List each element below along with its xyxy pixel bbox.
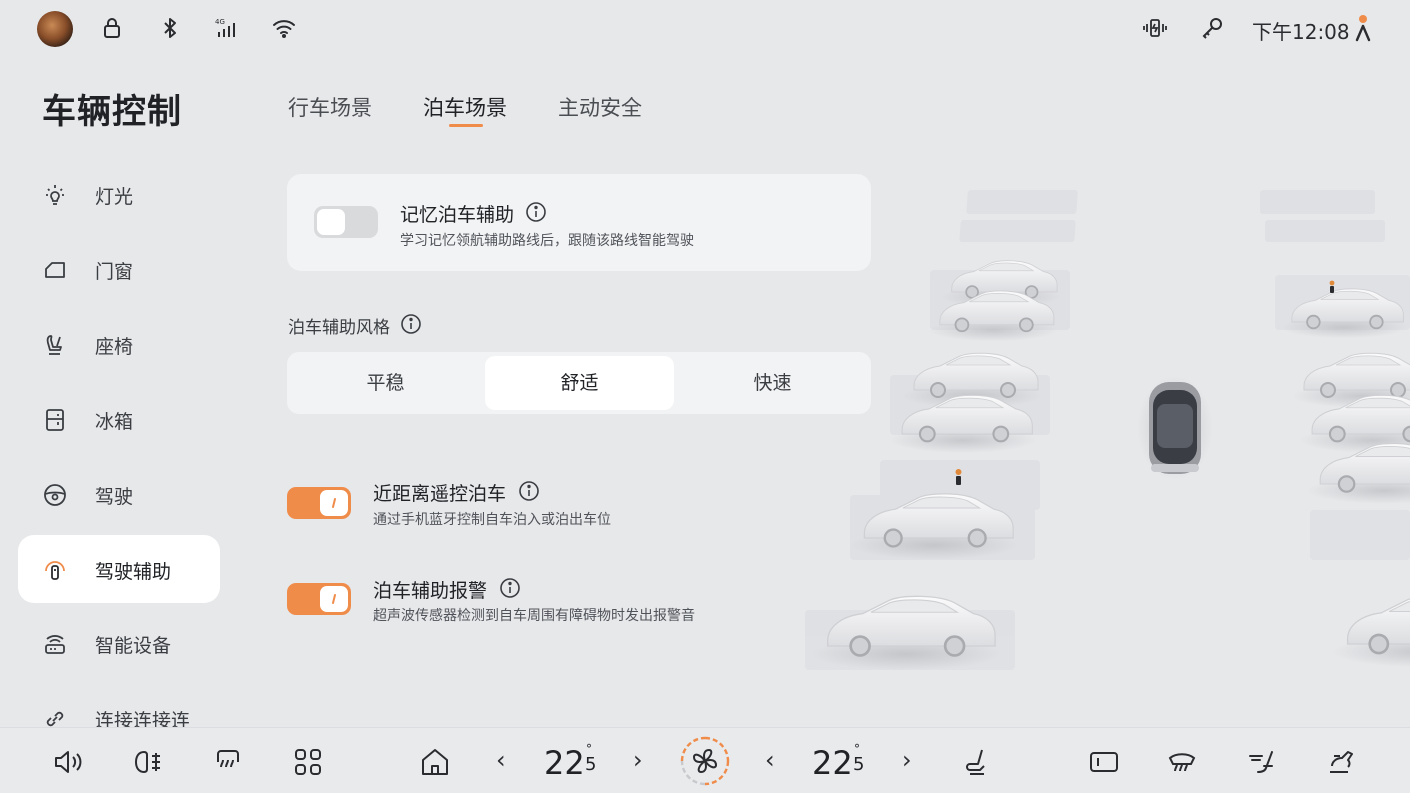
seat-ventilation-icon[interactable] [1326,746,1358,778]
light-icon [42,182,68,208]
sidebar-item-label: 驾驶辅助 [95,561,172,583]
person-icon [1352,15,1374,42]
toggle-knob [317,209,345,235]
tab-driving-scene[interactable]: 行车场景 [288,92,372,122]
key-icon[interactable] [1200,15,1226,41]
memory-parking-toggle[interactable] [314,206,378,238]
seat-icon [42,332,68,358]
info-icon[interactable] [525,201,547,223]
toggle-knob [320,490,348,516]
fridge-icon [42,407,68,433]
left-temp-increase[interactable]: › [633,746,643,774]
sidebar-item-lights[interactable]: 灯光 [18,160,220,228]
sidebar-item-fridge[interactable]: 冰箱 [18,385,220,453]
page-title: 车辆控制 [42,92,182,132]
apps-grid-icon[interactable] [292,746,324,778]
info-icon[interactable] [400,313,422,335]
tab-active-safety[interactable]: 主动安全 [558,92,642,122]
steering-wheel-icon [42,482,68,508]
smart-device-icon [42,631,68,657]
info-icon[interactable] [518,480,540,502]
right-temp-decimal: 5 [853,754,865,775]
home-icon[interactable] [419,746,451,778]
phone-vibrate-icon[interactable] [1142,15,1168,41]
signal-4g-icon: 4G [214,15,240,41]
rear-defrost-icon[interactable] [212,746,244,778]
seat-heat-icon[interactable] [962,746,994,778]
parking-lot-illustration [790,160,1410,726]
sidebar-item-label: 智能设备 [95,635,172,657]
parking-style-segment: 平稳 舒适 快速 [287,352,871,414]
fan-icon[interactable] [680,736,730,786]
sidebar-item-label: 冰箱 [95,411,134,433]
status-bar: 4G 下午12:08 [0,0,1410,58]
sidebar-item-label: 灯光 [95,186,134,208]
parking-style-label: 泊车辅助风格 [288,318,390,338]
info-icon[interactable] [499,577,521,599]
parking-alert-toggle[interactable] [287,583,351,615]
remote-parking-description: 通过手机蓝牙控制自车泊入或泊出车位 [373,512,611,528]
left-temp-value: 22 [544,744,585,782]
parking-alert-title: 泊车辅助报警 [373,580,488,602]
air-recirculation-icon[interactable] [1246,746,1278,778]
right-temp-increase[interactable]: › [902,746,912,774]
tab-parking-scene[interactable]: 泊车场景 [423,92,507,122]
sidebar-item-connect[interactable]: 连接连接连 [18,684,220,727]
svg-text:4G: 4G [215,18,225,26]
driving-assist-icon [42,557,68,583]
sidebar-item-label: 连接连接连 [95,710,191,727]
sidebar-item-smart-devices[interactable]: 智能设备 [18,609,220,677]
right-temp-decrease[interactable]: ‹ [765,746,775,774]
left-temp-decimal: 5 [585,754,597,775]
sidebar-item-doors[interactable]: 门窗 [18,235,220,303]
left-temp-decrease[interactable]: ‹ [496,746,506,774]
bluetooth-icon[interactable] [157,15,183,41]
headlight-icon[interactable] [132,746,164,778]
sidebar-item-driving-assist[interactable]: 驾驶辅助 [18,535,220,603]
screen-icon[interactable] [1088,746,1120,778]
sidebar-item-label: 门窗 [95,261,134,283]
toggle-knob [320,586,348,612]
memory-parking-title: 记忆泊车辅助 [400,204,515,226]
link-icon [42,706,68,727]
memory-parking-card: 记忆泊车辅助 学习记忆领航辅助路线后，跟随该路线智能驾驶 [287,174,871,271]
remote-parking-title: 近距离遥控泊车 [373,483,507,505]
sidebar-item-seats[interactable]: 座椅 [18,310,220,378]
memory-parking-description: 学习记忆领航辅助路线后，跟随该路线智能驾驶 [400,233,694,249]
remote-parking-toggle[interactable] [287,487,351,519]
lock-icon[interactable] [99,15,125,41]
sidebar-item-label: 驾驶 [95,486,134,508]
wifi-icon [271,15,297,41]
clock: 下午12:08 [1252,20,1350,44]
avatar[interactable] [37,11,73,47]
volume-icon[interactable] [52,746,84,778]
sidebar-item-label: 座椅 [95,336,134,358]
door-icon [42,257,68,283]
tab-active-indicator [449,124,483,127]
right-temp-value: 22 [812,744,853,782]
bottom-dock: ‹ 22 ° 5 › ‹ 22 ° 5 › [0,727,1410,793]
style-option-comfort[interactable]: 舒适 [485,356,674,410]
sidebar-item-driving[interactable]: 驾驶 [18,460,220,528]
front-defrost-icon[interactable] [1166,746,1198,778]
style-option-smooth[interactable]: 平稳 [291,356,480,410]
parking-alert-description: 超声波传感器检测到自车周围有障碍物时发出报警音 [373,608,695,624]
